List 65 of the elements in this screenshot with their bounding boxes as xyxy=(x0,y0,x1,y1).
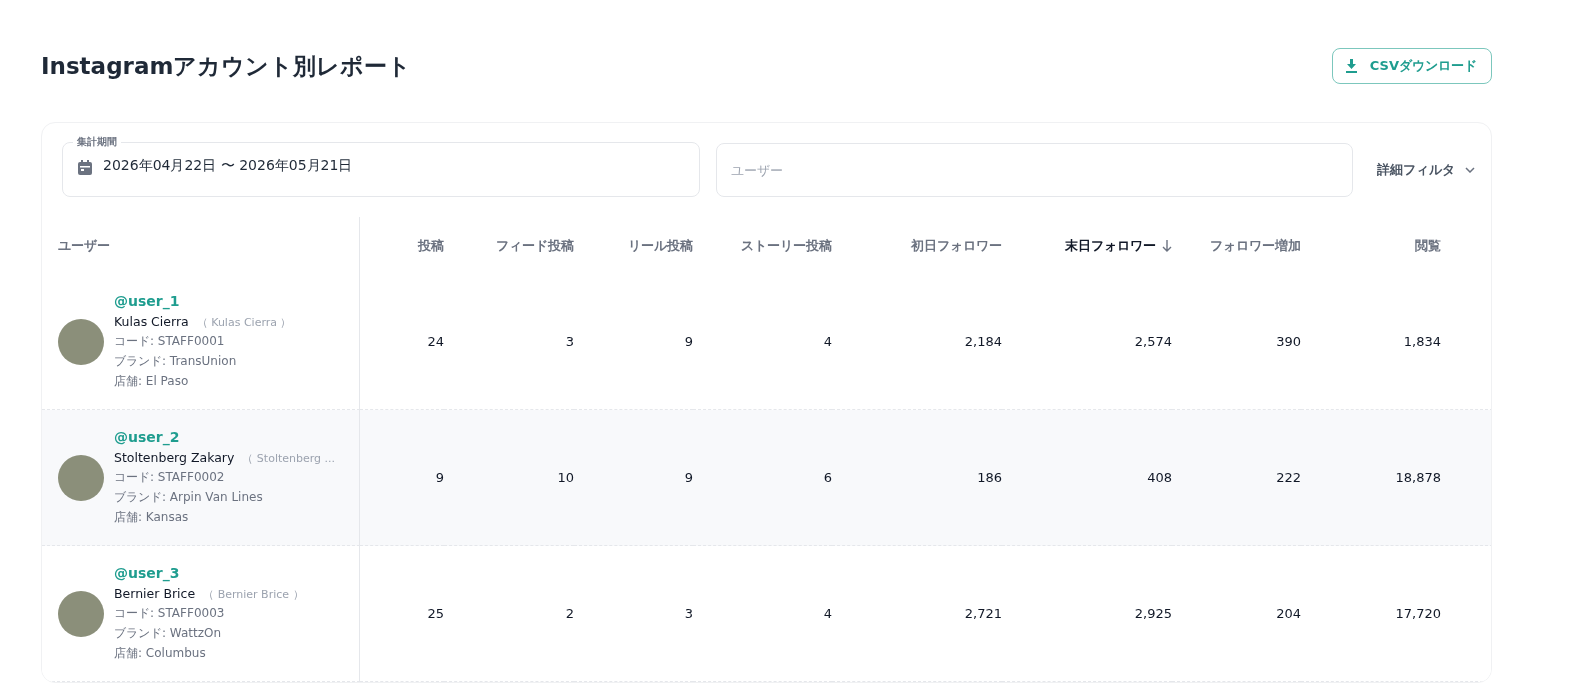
user-name: Kulas Cierra xyxy=(114,314,189,329)
table-cell: 408 xyxy=(1147,470,1172,485)
column-header[interactable]: ユーザー xyxy=(42,217,162,274)
staff-code: コード: STAFF0003 xyxy=(114,605,226,622)
avatar-placeholder xyxy=(58,590,104,637)
table-cell: 25 xyxy=(427,606,444,621)
column-header[interactable]: 初日フォロワー xyxy=(832,217,1002,274)
table-cell: 2 xyxy=(565,606,574,621)
table-cell: 6 xyxy=(823,470,832,485)
user-handle-link[interactable]: @user_2 xyxy=(114,429,336,445)
field-label: 集計期間 xyxy=(76,135,118,149)
column-header[interactable]: フィード投稿 xyxy=(444,217,574,274)
table-cell: 390 xyxy=(1276,334,1301,349)
column-header[interactable]: 投稿 xyxy=(360,217,444,274)
user-name: Stoltenberg Zakary xyxy=(114,450,235,465)
table-cell: 3 xyxy=(565,334,574,349)
user-alias: （ Kulas Cierra ） xyxy=(196,315,292,330)
table-cell: 204 xyxy=(1276,606,1301,621)
table-cell: 24 xyxy=(427,334,444,349)
user-handle-link[interactable]: @user_1 xyxy=(114,293,292,309)
table-cell: 2,721 xyxy=(964,606,1002,621)
table-cell: 222 xyxy=(1276,470,1301,485)
user-name: Bernier Brice xyxy=(114,586,196,601)
brand-text: ブランド: TransUnion xyxy=(114,353,238,370)
column-header[interactable]: ストーリー投稿 xyxy=(693,217,832,274)
table-cell: 4 xyxy=(823,606,832,621)
table-cell: 2,184 xyxy=(964,334,1002,349)
table-cell: 1,834 xyxy=(1403,334,1441,349)
date-range-value: 2026年04月22日 〜 2026年05月21日 xyxy=(103,156,353,175)
column-header[interactable]: フォロワー増加 xyxy=(1172,217,1301,274)
page-title: Instagramアカウント別レポート xyxy=(41,51,412,81)
calendar-icon xyxy=(77,159,93,176)
brand-text: ブランド: Arpin Van Lines xyxy=(114,489,264,506)
table-cell: 9 xyxy=(684,470,693,485)
table-cell: 3 xyxy=(684,606,693,621)
avatar-placeholder xyxy=(58,318,104,365)
store-text: 店舗: El Paso xyxy=(114,373,190,390)
column-header[interactable]: 閲覧 xyxy=(1301,217,1491,274)
user-search-field[interactable]: ユーザー xyxy=(715,143,1353,197)
column-header[interactable]: 末日フォロワー xyxy=(1002,217,1172,274)
store-text: 店舗: Columbus xyxy=(114,645,207,662)
sort-arrow-icon xyxy=(1162,239,1172,252)
table-cell: 17,720 xyxy=(1395,606,1441,621)
table-cell: 186 xyxy=(977,470,1002,485)
column-header[interactable]: リール投稿 xyxy=(574,217,693,274)
chevron-icon xyxy=(1465,167,1475,173)
store-text: 店舗: Kansas xyxy=(114,509,190,526)
download-icon xyxy=(1344,59,1358,73)
csv-download-button[interactable]: CSVダウンロード xyxy=(1331,48,1492,84)
staff-code: コード: STAFF0001 xyxy=(114,333,226,350)
table-cell: 10 xyxy=(557,470,574,485)
table-cell: 9 xyxy=(684,334,693,349)
table-cell: 2,574 xyxy=(1134,334,1172,349)
avatar-placeholder xyxy=(58,454,104,501)
table-cell: 4 xyxy=(823,334,832,349)
table-cell: 9 xyxy=(435,470,444,485)
table-cell: 2,925 xyxy=(1134,606,1172,621)
table-cell: 18,878 xyxy=(1395,470,1441,485)
user-alias: （ Bernier Brice ） xyxy=(203,587,304,602)
staff-code: コード: STAFF0002 xyxy=(114,469,226,486)
brand-text: ブランド: WattzOn xyxy=(114,625,223,642)
user-alias: （ Stoltenberg ... xyxy=(242,451,336,466)
user-handle-link[interactable]: @user_3 xyxy=(114,565,304,581)
advanced-filter-button[interactable]: 詳細フィルタ xyxy=(1369,143,1475,197)
date-range-field[interactable]: 集計期間 2026年04月22日 〜 2026年05月21日 xyxy=(62,135,700,197)
